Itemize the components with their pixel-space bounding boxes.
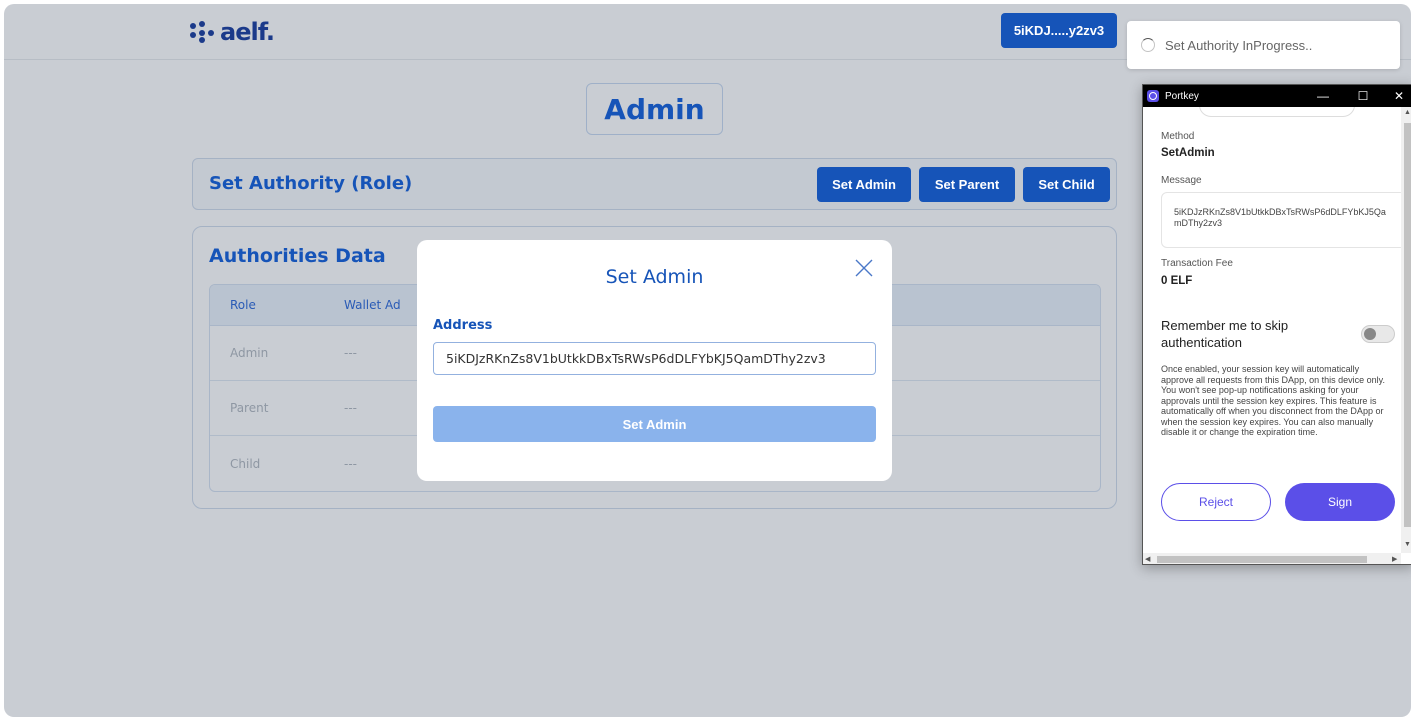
toast-text: Set Authority InProgress.. (1165, 37, 1313, 53)
portkey-body: Method SetAdmin Message 5iKDJzRKnZs8V1bU… (1143, 107, 1401, 553)
close-icon[interactable] (853, 257, 875, 279)
role-cell: Admin (230, 346, 269, 360)
scroll-up-icon[interactable]: ▲ (1404, 109, 1411, 116)
modal-title: Set Admin (605, 266, 704, 288)
set-child-button[interactable]: Set Child (1023, 167, 1110, 202)
window-title: Portkey (1165, 90, 1199, 102)
close-window-icon[interactable]: ✕ (1385, 85, 1411, 107)
message-box: 5iKDJzRKnZs8V1bUtkkDBxTsRWsP6dDLFYbKJ5Qa… (1161, 192, 1401, 248)
remember-toggle[interactable] (1361, 325, 1395, 343)
horizontal-scrollbar[interactable]: ◀ ▶ (1143, 553, 1401, 564)
vertical-scrollbar[interactable]: ▲ ▼ (1401, 107, 1411, 553)
remember-label: Remember me to skip authentication (1161, 318, 1289, 350)
set-admin-submit-button[interactable]: Set Admin (433, 406, 876, 442)
screen: aelf. 5iKDJ.....y2zv3 Admin Set Authorit… (4, 4, 1411, 717)
wallet-address-button[interactable]: 5iKDJ.....y2zv3 (1001, 13, 1117, 48)
scroll-down-icon[interactable]: ▼ (1404, 541, 1411, 548)
network-pill (1199, 107, 1355, 117)
remember-description: Once enabled, your session key will auto… (1161, 364, 1385, 437)
set-authority-panel: Set Authority (Role) Set Admin Set Paren… (192, 158, 1117, 210)
role-cell: Child (230, 456, 261, 471)
fee-value: 0 ELF (1161, 275, 1193, 287)
message-label: Message (1161, 175, 1202, 186)
logo-text: aelf. (220, 18, 275, 46)
minimize-icon[interactable]: — (1309, 85, 1337, 107)
spinner-icon (1141, 38, 1155, 52)
maximize-icon[interactable]: ☐ (1349, 85, 1377, 107)
method-label: Method (1161, 131, 1195, 142)
authorities-data-title: Authorities Data (209, 245, 386, 267)
set-admin-modal: Set Admin Address Set Admin (417, 240, 892, 481)
aelf-dots-icon (190, 21, 214, 43)
aelf-logo[interactable]: aelf. (190, 18, 275, 46)
set-authority-title: Set Authority (Role) (209, 173, 413, 194)
scroll-right-icon[interactable]: ▶ (1392, 555, 1397, 563)
scrollbar-thumb[interactable] (1404, 123, 1411, 527)
reject-button[interactable]: Reject (1161, 483, 1271, 521)
progress-toast: Set Authority InProgress.. (1127, 21, 1400, 69)
portkey-window: Portkey — ☐ ✕ Method SetAdmin Message 5i… (1142, 84, 1411, 565)
column-header-role: Role (230, 298, 256, 312)
portkey-logo-icon (1147, 90, 1159, 102)
set-admin-button[interactable]: Set Admin (817, 167, 911, 202)
sign-button[interactable]: Sign (1285, 483, 1395, 521)
address-input[interactable] (433, 342, 876, 375)
scroll-left-icon[interactable]: ◀ (1145, 555, 1150, 563)
set-parent-button[interactable]: Set Parent (919, 167, 1015, 202)
address-label: Address (433, 318, 493, 333)
fee-label: Transaction Fee (1161, 258, 1233, 269)
method-value: SetAdmin (1161, 147, 1215, 159)
portkey-title-bar[interactable]: Portkey — ☐ ✕ (1143, 85, 1411, 107)
scrollbar-thumb[interactable] (1157, 556, 1367, 563)
page-title: Admin (586, 83, 723, 135)
role-cell: Parent (230, 401, 269, 415)
